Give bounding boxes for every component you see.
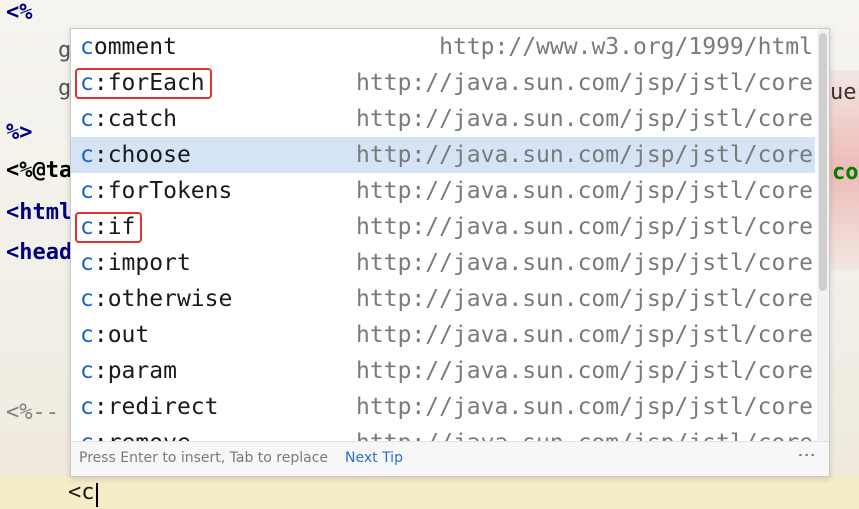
completion-item[interactable]: c:import http://java.sun.com/jsp/jstl/cor… — [71, 245, 815, 281]
completion-item-name: c:choose — [80, 137, 191, 173]
completion-item-name: comment — [80, 29, 177, 65]
completion-item[interactable]: c:remove http://java.sun.com/jsp/jstl/cor… — [71, 425, 815, 442]
completion-item-name: c:redirect — [80, 389, 218, 425]
next-tip-link[interactable]: Next Tip — [345, 450, 403, 466]
completion-item[interactable]: c:if http://java.sun.com/jsp/jstl/core — [71, 209, 815, 245]
completion-item-name: c:otherwise — [80, 281, 232, 317]
completion-item-url: http://java.sun.com/jsp/jstl/core — [356, 106, 813, 132]
footer-hint: Press Enter to insert, Tab to replace — [79, 450, 329, 466]
completion-item[interactable]: comment http://www.w3.org/1999/html — [71, 29, 815, 65]
completion-item-rest: :catch — [93, 106, 177, 132]
completion-item-url: http://java.sun.com/jsp/jstl/core — [356, 178, 813, 204]
completion-item[interactable]: c:choose http://java.sun.com/jsp/jstl/cor… — [71, 137, 815, 173]
completion-item[interactable]: c:param http://java.sun.com/jsp/jstl/core — [71, 353, 815, 389]
completion-item-url: http://java.sun.com/jsp/jstl/core — [356, 142, 813, 168]
more-options-icon[interactable]: ⋮ — [796, 446, 817, 462]
completion-item-url: http://java.sun.com/jsp/jstl/core — [356, 425, 813, 442]
completion-item-match: c — [80, 142, 94, 168]
completion-item[interactable]: c:catch http://java.sun.com/jsp/jstl/core — [71, 101, 815, 137]
code-current-line[interactable]: <c — [68, 480, 95, 505]
completion-item-rest: :out — [93, 322, 150, 348]
completion-item[interactable]: c:out http://java.sun.com/jsp/jstl/core — [71, 317, 815, 353]
code-line-fragment: ue — [830, 80, 857, 105]
completion-item-name: c:catch — [80, 101, 177, 137]
completion-list[interactable]: comment http://www.w3.org/1999/html c:forE… — [71, 29, 815, 442]
red-highlight-box — [75, 68, 212, 99]
completion-item-rest: :import — [93, 250, 191, 276]
code-line-comment: <%-- — [6, 400, 59, 425]
red-highlight-box — [75, 212, 142, 243]
completion-item-url: http://java.sun.com/jsp/jstl/core — [356, 286, 813, 312]
completion-item-url: http://java.sun.com/jsp/jstl/core — [356, 394, 813, 420]
completion-item-name: c:forTokens — [80, 173, 232, 209]
completion-item-rest: omment — [93, 34, 177, 60]
completion-item-url: http://java.sun.com/jsp/jstl/core — [356, 214, 813, 240]
completion-item-match: c — [80, 106, 94, 132]
code-line-head-tag: <head — [6, 240, 73, 265]
completion-item-match: c — [80, 250, 94, 276]
completion-item-match: c — [80, 286, 94, 312]
completion-item-url: http://java.sun.com/jsp/jstl/core — [356, 70, 813, 96]
completion-item[interactable]: c:forEach http://java.sun.com/jsp/jstl/co… — [71, 65, 815, 101]
completion-item-name: c:remove — [80, 425, 191, 442]
completion-item-name: c:out — [80, 317, 149, 353]
current-line-highlight — [0, 476, 859, 509]
completion-item-match: c — [80, 394, 94, 420]
completion-item-name: c:param — [80, 353, 177, 389]
completion-item[interactable]: c:redirect http://java.sun.com/jsp/jstl/c… — [71, 389, 815, 425]
code-line-scriptlet-open: <% — [6, 0, 33, 25]
completion-item-url: http://java.sun.com/jsp/jstl/core — [356, 358, 813, 384]
completion-footer: Press Enter to insert, Tab to replace Ne… — [71, 441, 829, 476]
completion-popup[interactable]: comment http://www.w3.org/1999/html c:forE… — [70, 28, 830, 477]
completion-item-rest: :redirect — [93, 394, 219, 420]
completion-item-name: c:import — [80, 245, 191, 281]
completion-item-match: c — [80, 178, 94, 204]
completion-item-url: http://java.sun.com/jsp/jstl/core — [356, 322, 813, 348]
completion-item-url: http://www.w3.org/1999/html — [439, 34, 813, 60]
completion-item-rest: :choose — [93, 142, 191, 168]
completion-item-rest: :otherwise — [93, 286, 233, 312]
completion-item-url: http://java.sun.com/jsp/jstl/core — [356, 250, 813, 276]
text-caret — [96, 483, 98, 507]
completion-item-match: c — [80, 322, 94, 348]
completion-item[interactable]: c:otherwise http://java.sun.com/jsp/jstl/… — [71, 281, 815, 317]
completion-item-rest: :forTokens — [93, 178, 233, 204]
completion-item-match: c — [80, 358, 94, 384]
scrollbar-thumb[interactable] — [819, 33, 827, 291]
code-line-html-tag: <html — [6, 200, 73, 225]
code-line-fragment: co — [832, 160, 859, 185]
completion-scrollbar[interactable] — [817, 29, 829, 442]
completion-item-rest: :param — [93, 358, 177, 384]
completion-item[interactable]: c:forTokens http://java.sun.com/jsp/jstl/… — [71, 173, 815, 209]
completion-item-match: c — [80, 34, 94, 60]
code-line-scriptlet-close: %> — [6, 120, 33, 145]
code-line-taglib: <%@ta — [6, 158, 73, 183]
